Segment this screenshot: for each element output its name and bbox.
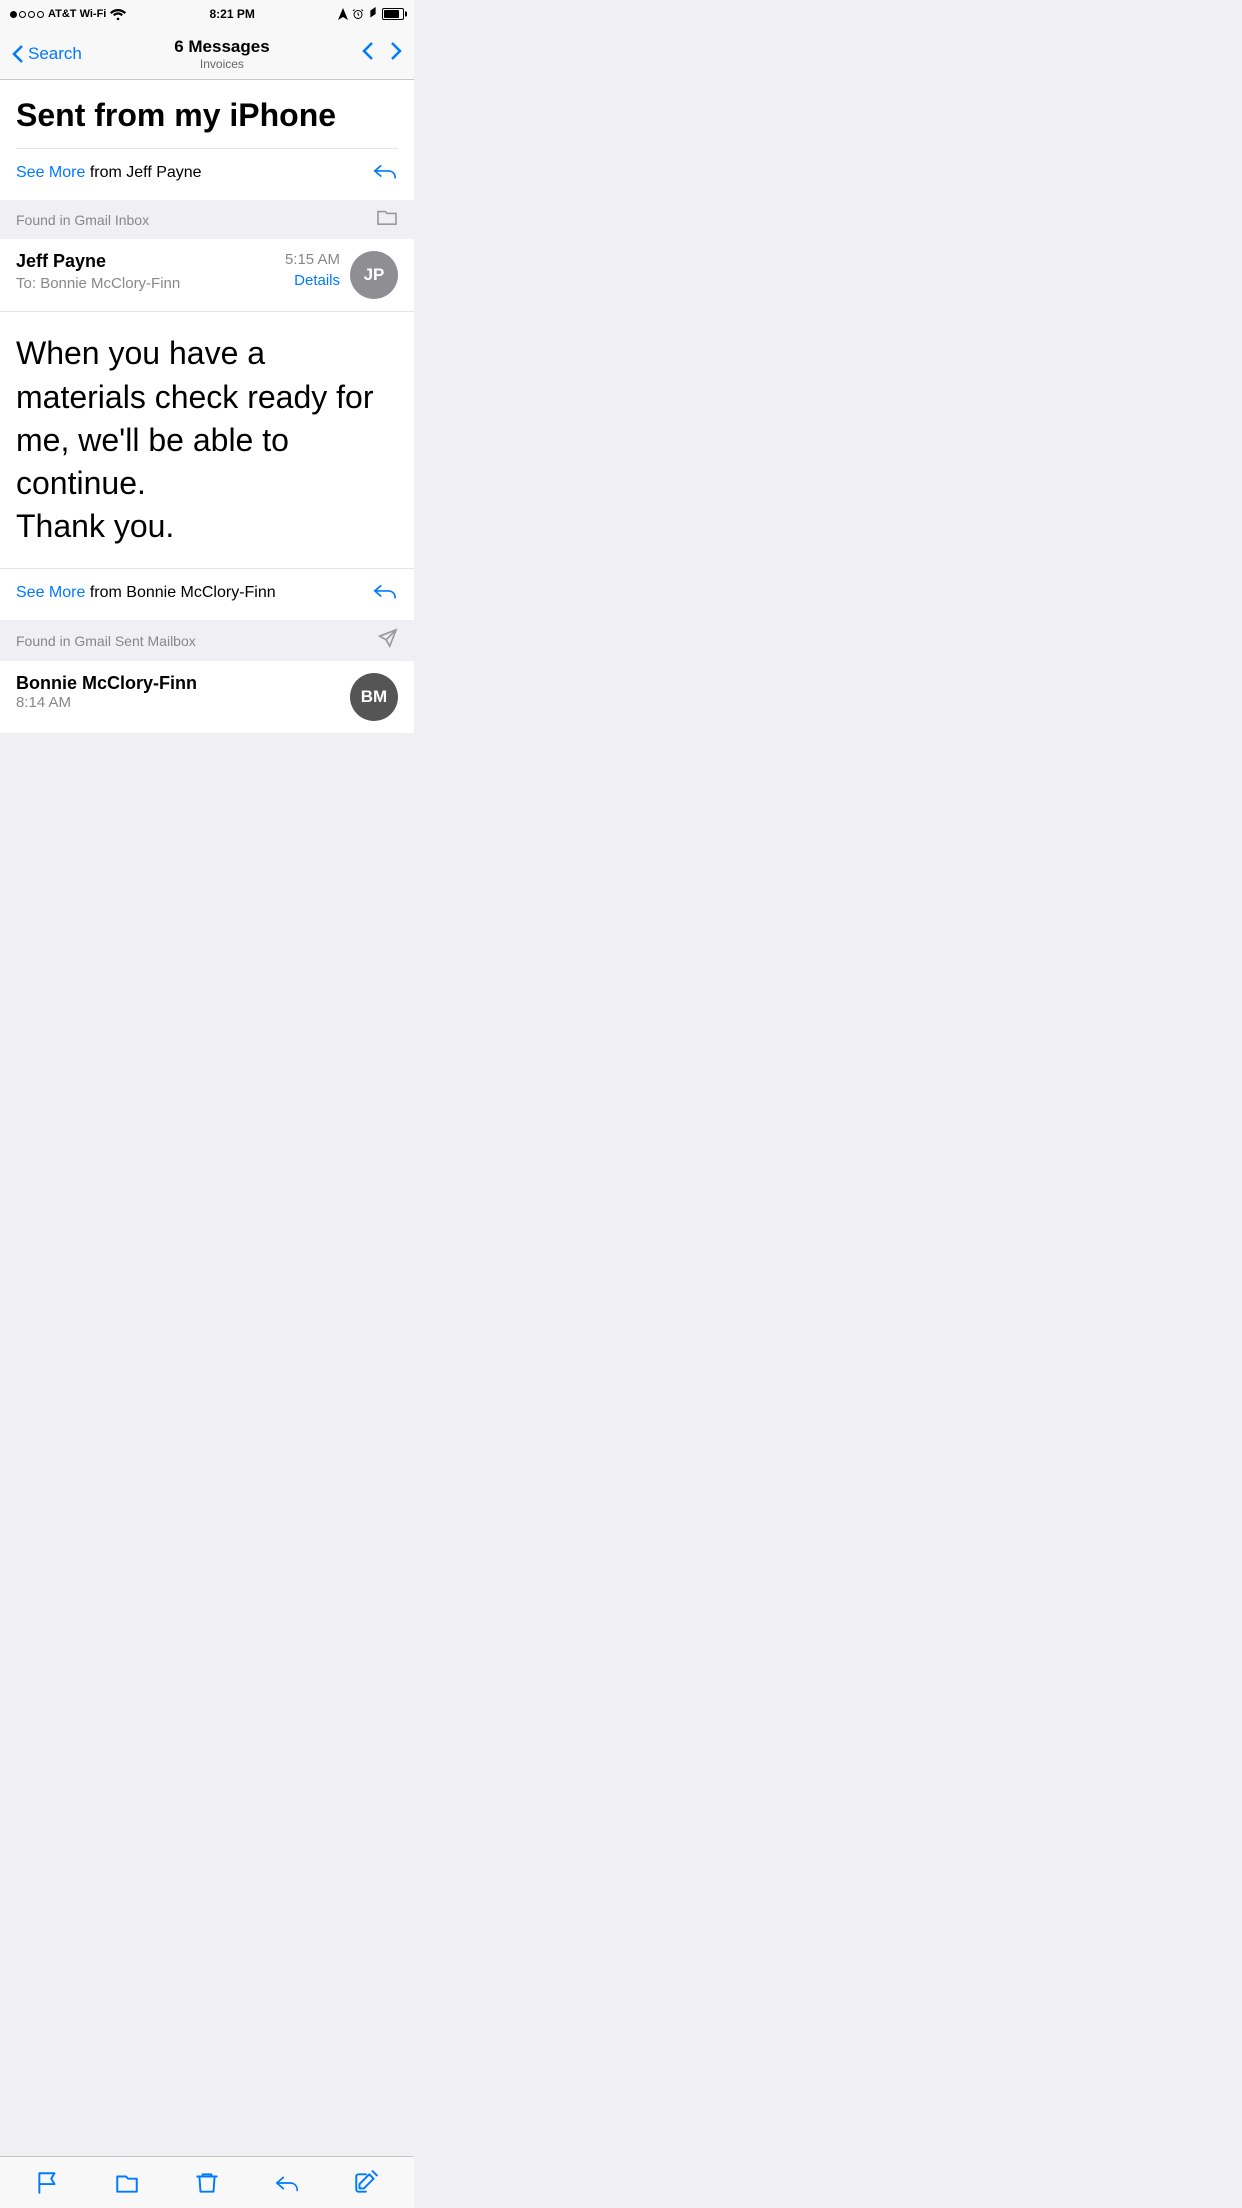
sender-avatar: JP: [350, 251, 398, 299]
battery-fill: [384, 10, 399, 18]
reply-bonnie-icon[interactable]: [372, 579, 398, 606]
gmail-sent-header: Found in Gmail Sent Mailbox: [0, 620, 414, 661]
wifi-icon: [110, 8, 126, 20]
email-body: When you have a materials check ready fo…: [0, 312, 414, 568]
sender-name: Jeff Payne: [16, 251, 285, 272]
to-label: To:: [16, 275, 40, 292]
status-bar: AT&T Wi-Fi 8:21 PM: [0, 0, 414, 28]
flag-icon: [35, 2170, 61, 2196]
toolbar: [0, 2156, 414, 2208]
compose-button[interactable]: [344, 2161, 388, 2205]
send-icon: [376, 628, 398, 653]
reply-bonnie-arrow-icon: [372, 579, 398, 601]
alarm-icon: [352, 8, 364, 20]
see-more-bonnie-from: from Bonnie McClory-Finn: [85, 584, 275, 601]
folder-button[interactable]: [105, 2161, 149, 2205]
nav-arrows: [362, 41, 402, 67]
preview-sender-name: Bonnie McClory-Finn: [16, 673, 340, 694]
email-card-jeff-payne: Jeff Payne To: Bonnie McClory-Finn 5:15 …: [0, 239, 414, 620]
back-label: Search: [28, 44, 82, 64]
see-more-bonnie-label: See More: [16, 584, 85, 601]
gmail-inbox-label: Found in Gmail Inbox: [16, 212, 149, 228]
nav-bar: Search 6 Messages Invoices: [0, 28, 414, 80]
reply-toolbar-icon: [274, 2170, 300, 2196]
see-more-bonnie-link[interactable]: See More from Bonnie McClory-Finn: [16, 584, 276, 602]
email-sender-info: Jeff Payne To: Bonnie McClory-Finn: [16, 251, 285, 292]
bluetooth-icon: [368, 7, 378, 21]
folder-toolbar-icon: [114, 2170, 140, 2196]
back-button[interactable]: Search: [12, 44, 82, 64]
sent-from-iphone-section: Sent from my iPhone See More from Jeff P…: [0, 80, 414, 200]
see-more-bonnie-row: See More from Bonnie McClory-Finn: [0, 568, 414, 620]
see-more-jeff-payne-link[interactable]: See More from Jeff Payne: [16, 164, 202, 182]
trash-button[interactable]: [185, 2161, 229, 2205]
email-to: To: Bonnie McClory-Finn: [16, 275, 285, 292]
status-left: AT&T Wi-Fi: [10, 8, 126, 20]
email-body-text: When you have a materials check ready fo…: [16, 332, 398, 548]
to-recipient: Bonnie McClory-Finn: [40, 275, 180, 292]
signal-dot-3: [28, 11, 35, 18]
see-more-jeff-payne-row: See More from Jeff Payne: [16, 148, 398, 200]
preview-sender-info: Bonnie McClory-Finn 8:14 AM: [16, 673, 340, 711]
nav-title-sub: Invoices: [174, 57, 269, 71]
carrier-label: AT&T Wi-Fi: [48, 8, 106, 20]
signal-dot-2: [19, 11, 26, 18]
avatar-initials: JP: [364, 265, 385, 285]
see-more-from-jeff: from Jeff Payne: [85, 164, 201, 181]
sent-from-iphone-text: Sent from my iPhone: [16, 96, 398, 134]
email-header: Jeff Payne To: Bonnie McClory-Finn 5:15 …: [0, 239, 414, 312]
next-chevron-icon: [390, 41, 402, 61]
see-more-label: See More: [16, 164, 85, 181]
location-icon: [338, 8, 348, 20]
preview-avatar-initials: BM: [361, 687, 387, 707]
email-details-button[interactable]: Details: [294, 272, 340, 289]
email-meta: 5:15 AM Details: [285, 251, 340, 289]
gmail-inbox-header: Found in Gmail Inbox: [0, 200, 414, 239]
signal-dot-1: [10, 11, 17, 18]
status-right: [338, 7, 404, 21]
prev-chevron-icon: [362, 41, 374, 61]
gmail-sent-label: Found in Gmail Sent Mailbox: [16, 633, 196, 649]
email-preview-bonnie[interactable]: Bonnie McClory-Finn 8:14 AM BM: [0, 661, 414, 733]
next-message-button[interactable]: [390, 41, 402, 67]
trash-icon: [194, 2170, 220, 2196]
email-time: 5:15 AM: [285, 251, 340, 268]
inbox-folder-icon: [376, 208, 398, 226]
preview-avatar: BM: [350, 673, 398, 721]
signal-strength: [10, 11, 44, 18]
folder-icon: [376, 208, 398, 231]
preview-time: 8:14 AM: [16, 694, 340, 711]
sent-mailbox-icon: [376, 628, 398, 648]
nav-title: 6 Messages Invoices: [174, 37, 269, 71]
status-time: 8:21 PM: [210, 7, 255, 21]
battery-icon: [382, 8, 404, 20]
prev-message-button[interactable]: [362, 41, 374, 67]
reply-jeff-payne-icon[interactable]: [372, 159, 398, 186]
nav-title-main: 6 Messages: [174, 37, 269, 57]
flag-button[interactable]: [26, 2161, 70, 2205]
back-chevron-icon: [12, 44, 24, 64]
compose-icon: [353, 2170, 379, 2196]
signal-dot-4: [37, 11, 44, 18]
reply-button[interactable]: [265, 2161, 309, 2205]
reply-arrow-icon: [372, 159, 398, 181]
